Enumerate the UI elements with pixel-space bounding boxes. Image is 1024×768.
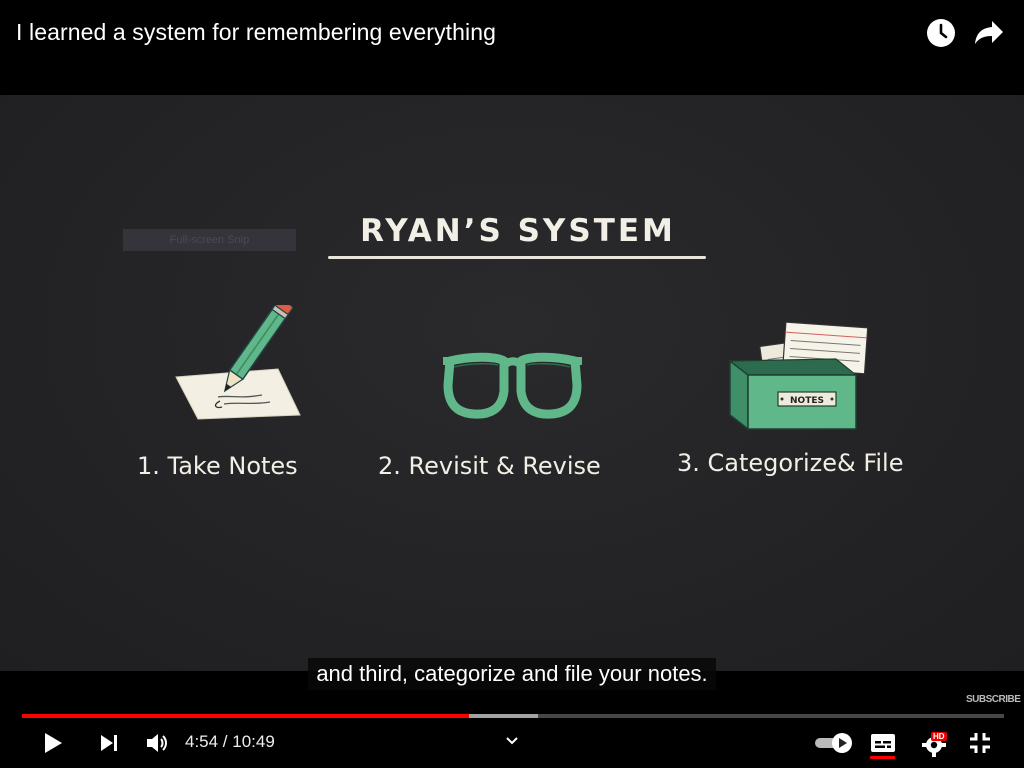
video-title[interactable]: I learned a system for remembering every… xyxy=(16,19,496,46)
hd-badge: HD xyxy=(931,732,947,741)
title-underline xyxy=(328,256,706,259)
exit-fullscreen-button[interactable] xyxy=(966,730,994,756)
subtitles-icon xyxy=(871,734,895,752)
autoplay-toggle[interactable] xyxy=(812,731,854,755)
subtitles-button[interactable] xyxy=(868,730,898,756)
autoplay-toggle-icon xyxy=(815,733,852,753)
pencil-paper-icon xyxy=(175,305,301,420)
glasses-icon xyxy=(443,352,582,419)
volume-button[interactable] xyxy=(142,728,172,758)
caption-container: and third, categorize and file your note… xyxy=(0,658,1024,690)
step-2-label: 2. Revisit & Revise xyxy=(378,452,601,480)
subtitles-active-indicator xyxy=(870,756,895,759)
skip-next-icon xyxy=(101,735,117,751)
caption-text: and third, categorize and file your note… xyxy=(308,658,716,690)
file-box-icon: NOTES xyxy=(728,321,869,431)
file-box-label: NOTES xyxy=(790,396,824,406)
video-frame[interactable]: Full-screen Snip RYAN’S SYSTEM 1. Take N… xyxy=(0,95,1024,671)
settings-button[interactable]: HD xyxy=(917,730,953,758)
snip-overlay: Full-screen Snip xyxy=(123,229,296,251)
time-display: 4:54 / 10:49 xyxy=(185,732,275,751)
step-1-label: 1. Take Notes xyxy=(137,452,298,480)
step-3-label: 3. Categorize& File xyxy=(677,449,904,477)
top-bar: I learned a system for remembering every… xyxy=(0,0,1024,95)
play-icon xyxy=(45,733,62,753)
exit-fullscreen-icon xyxy=(970,733,990,753)
play-button[interactable] xyxy=(38,728,68,758)
subscribe-watermark[interactable]: SUBSCRIBE xyxy=(966,694,1021,705)
chapters-chevron-button[interactable] xyxy=(502,731,522,751)
volume-icon xyxy=(147,734,167,752)
slide-title: RYAN’S SYSTEM xyxy=(360,213,676,249)
next-button[interactable] xyxy=(94,728,124,758)
share-arrow-icon[interactable] xyxy=(972,16,1006,50)
clock-icon[interactable] xyxy=(924,16,958,50)
progress-bar[interactable] xyxy=(22,714,1004,718)
chevron-down-icon xyxy=(506,737,518,745)
progress-played xyxy=(22,714,469,718)
